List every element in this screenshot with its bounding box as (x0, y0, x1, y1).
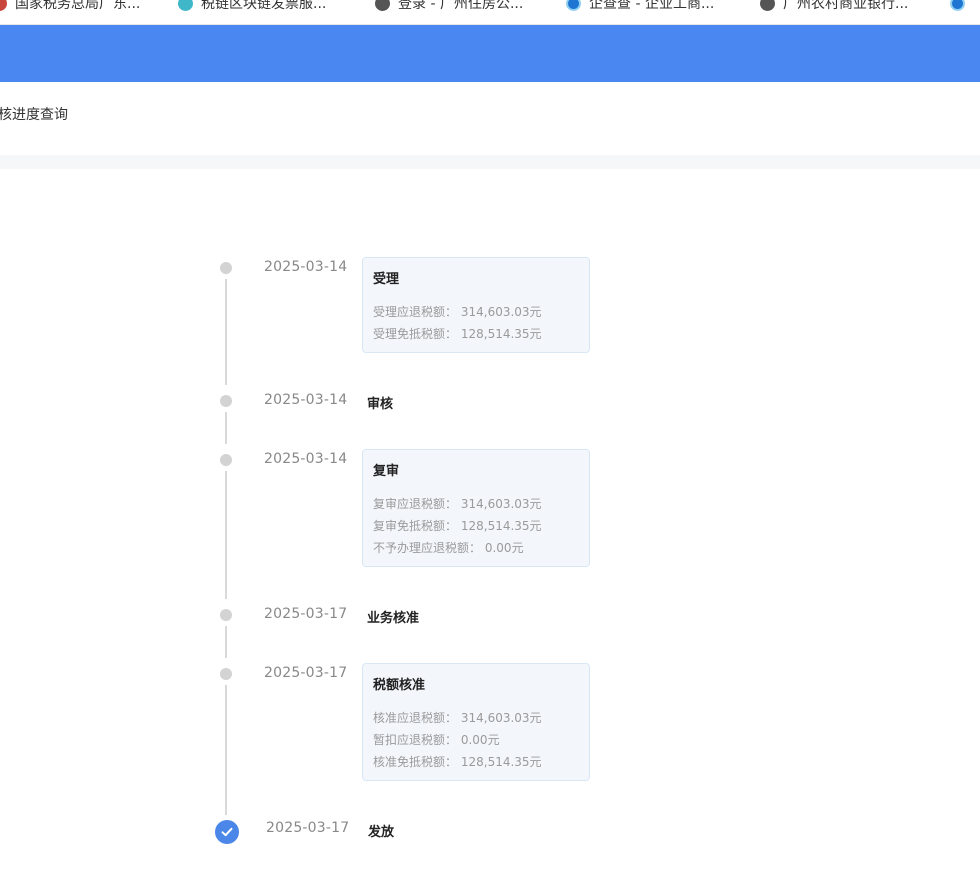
step-detail-line: 受理免抵税额： 128,514.35元 (373, 327, 542, 341)
step-date: 2025-03-17 (266, 820, 350, 836)
timeline-dot (220, 609, 232, 621)
step-detail-line: 复审免抵税额： 128,514.35元 (373, 519, 542, 533)
step-date: 2025-03-17 (264, 665, 348, 681)
timeline-dot (220, 668, 232, 680)
timeline-connector (225, 626, 227, 658)
timeline-dot (220, 395, 232, 407)
step-date: 2025-03-14 (264, 392, 348, 408)
timeline-connector (225, 685, 227, 815)
step-detail-line: 核准免抵税额： 128,514.35元 (373, 755, 542, 769)
step-title: 业务核准 (367, 611, 420, 626)
progress-timeline: 2025-03-14 受理 受理应退税额： 314,603.03元 受理免抵税额… (0, 0, 980, 880)
timeline-connector (225, 471, 227, 599)
check-circle-icon (215, 820, 239, 844)
step-date: 2025-03-14 (264, 259, 348, 275)
step-detail-line: 受理应退税额： 314,603.03元 (373, 305, 542, 319)
step-date: 2025-03-14 (264, 451, 348, 467)
step-title: 发放 (368, 825, 395, 840)
step-title: 复审 (373, 464, 400, 479)
timeline-connector (225, 412, 227, 444)
step-card: 复审 复审应退税额： 314,603.03元 复审免抵税额： 128,514.3… (362, 449, 590, 567)
timeline-dot (220, 454, 232, 466)
step-card: 受理 受理应退税额： 314,603.03元 受理免抵税额： 128,514.3… (362, 257, 590, 353)
step-card: 税额核准 核准应退税额： 314,603.03元 暂扣应退税额： 0.00元 核… (362, 663, 590, 781)
timeline-connector (225, 279, 227, 385)
step-title: 审核 (367, 397, 394, 412)
timeline-dot (220, 262, 232, 274)
step-detail-line: 暂扣应退税额： 0.00元 (373, 733, 500, 747)
step-detail-line: 核准应退税额： 314,603.03元 (373, 711, 542, 725)
step-title: 税额核准 (373, 678, 426, 693)
step-detail-line: 不予办理应退税额： 0.00元 (373, 541, 524, 555)
step-title: 受理 (373, 272, 400, 287)
step-date: 2025-03-17 (264, 606, 348, 622)
step-detail-line: 复审应退税额： 314,603.03元 (373, 497, 542, 511)
